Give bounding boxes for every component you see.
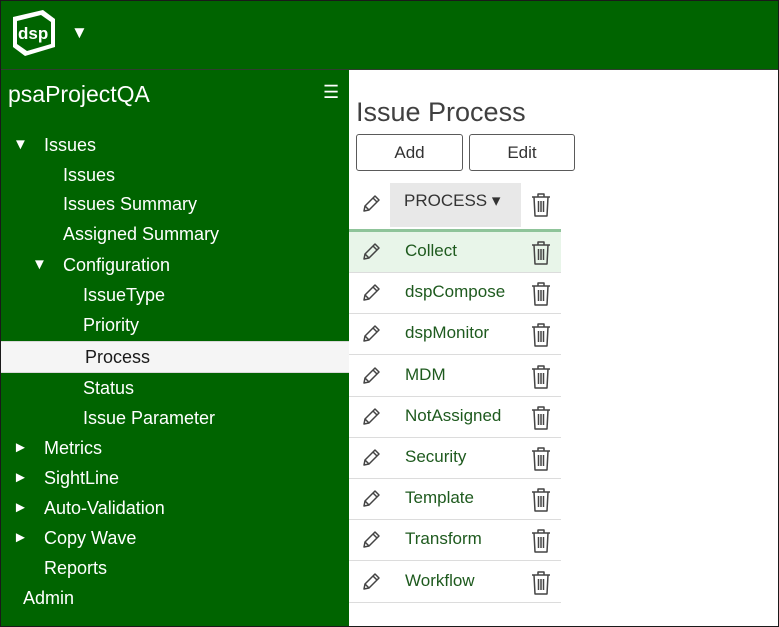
- sidebar-item-priority[interactable]: Priority: [1, 311, 349, 339]
- table-row: dspCompose: [349, 273, 561, 315]
- project-title: psaProjectQA: [8, 81, 150, 107]
- dsp-logo[interactable]: dsp: [9, 7, 59, 59]
- sidebar-item-label: Process: [85, 347, 151, 367]
- sidebar-item-label: Configuration: [63, 255, 171, 275]
- sidebar-item-status[interactable]: Status: [1, 374, 349, 402]
- collapsed-arrow-icon: ►: [13, 529, 28, 546]
- table-row: Security: [349, 438, 561, 479]
- trash-icon[interactable]: [529, 280, 553, 307]
- sidebar-item-label: Auto-Validation: [44, 498, 165, 518]
- process-name[interactable]: Template: [405, 479, 474, 517]
- collapsed-arrow-icon: ►: [13, 469, 28, 486]
- sidebar-item-label: Issue Parameter: [83, 408, 216, 428]
- sidebar-item-metrics[interactable]: ► Metrics: [1, 434, 349, 462]
- collapsed-arrow-icon: ►: [13, 499, 28, 516]
- trash-icon[interactable]: [529, 404, 553, 431]
- main-content: Issue Process Add Edit PROCESS ▾ Collect…: [349, 70, 778, 626]
- sidebar-item-configuration[interactable]: ▼ Configuration: [1, 251, 349, 279]
- pencil-icon[interactable]: [360, 571, 382, 593]
- app-window: dsp ▼ psaProjectQA ☰ ▼ Issues Issues Iss…: [0, 0, 779, 627]
- sidebar-item-label: Issues Summary: [63, 194, 198, 214]
- edit-button[interactable]: Edit: [469, 134, 575, 171]
- sidebar-item-issues[interactable]: Issues: [1, 161, 349, 189]
- menu-icon[interactable]: ☰: [323, 82, 339, 102]
- trash-icon[interactable]: [529, 239, 553, 266]
- trash-icon[interactable]: [529, 191, 553, 218]
- trash-icon[interactable]: [529, 445, 553, 472]
- pencil-icon[interactable]: [360, 488, 382, 510]
- sidebar-item-label: Issues: [63, 165, 116, 185]
- process-name[interactable]: MDM: [405, 356, 446, 394]
- sidebar-item-auto-validation[interactable]: ► Auto-Validation: [1, 494, 349, 522]
- sidebar-item-issue-parameter[interactable]: Issue Parameter: [1, 404, 349, 432]
- table-row: Template: [349, 479, 561, 521]
- logo-text: dsp: [18, 24, 48, 43]
- table-row: MDM: [349, 356, 561, 397]
- sidebar-item-label: Issues: [44, 135, 97, 155]
- sidebar-item-label: Priority: [83, 315, 140, 335]
- trash-icon[interactable]: [529, 363, 553, 390]
- trash-icon[interactable]: [529, 569, 553, 596]
- sidebar-item-label: Copy Wave: [44, 528, 137, 548]
- process-column-header[interactable]: PROCESS ▾: [390, 183, 521, 227]
- sidebar-item-issues-summary[interactable]: Issues Summary: [1, 190, 349, 218]
- process-name[interactable]: dspMonitor: [405, 314, 489, 352]
- expanded-arrow-icon: ▼: [32, 256, 47, 273]
- pencil-icon[interactable]: [360, 447, 382, 469]
- table-row: Workflow: [349, 562, 561, 603]
- pencil-icon[interactable]: [360, 282, 382, 304]
- sidebar-item-label: Assigned Summary: [63, 224, 220, 244]
- pencil-icon[interactable]: [360, 406, 382, 428]
- sidebar-item-reports[interactable]: Reports: [1, 554, 349, 582]
- sidebar-item-assigned-summary[interactable]: Assigned Summary: [1, 220, 349, 248]
- sidebar-item-issues-group[interactable]: ▼ Issues: [1, 131, 349, 159]
- sidebar-item-copy-wave[interactable]: ► Copy Wave: [1, 524, 349, 552]
- dsp-logo-mark: dsp: [13, 10, 55, 56]
- sidebar-item-label: Status: [83, 378, 135, 398]
- sidebar-item-admin[interactable]: Admin: [1, 584, 349, 612]
- process-name[interactable]: Collect: [405, 232, 457, 270]
- pencil-icon: [360, 193, 382, 215]
- trash-icon[interactable]: [529, 321, 553, 348]
- add-button[interactable]: Add: [356, 134, 463, 171]
- table-row: Collect: [349, 232, 561, 273]
- pencil-icon[interactable]: [360, 323, 382, 345]
- process-name[interactable]: Transform: [405, 520, 482, 558]
- top-header: dsp ▼: [1, 1, 778, 70]
- process-name[interactable]: Security: [405, 438, 466, 476]
- sidebar-item-label: SightLine: [44, 468, 120, 488]
- pencil-icon[interactable]: [360, 241, 382, 263]
- trash-icon[interactable]: [529, 486, 553, 513]
- sidebar: psaProjectQA ☰ ▼ Issues Issues Issues Su…: [1, 70, 349, 626]
- table-row: Transform: [349, 520, 561, 562]
- pencil-icon[interactable]: [360, 529, 382, 551]
- table-row: NotAssigned: [349, 397, 561, 438]
- sidebar-item-issuetype[interactable]: IssueType: [1, 281, 349, 309]
- trash-icon[interactable]: [529, 527, 553, 554]
- sidebar-item-sightline[interactable]: ► SightLine: [1, 464, 349, 492]
- process-name[interactable]: Workflow: [405, 562, 475, 600]
- sidebar-item-label: Admin: [23, 588, 75, 608]
- pencil-icon[interactable]: [360, 365, 382, 387]
- sidebar-item-process[interactable]: Process: [1, 341, 349, 373]
- sidebar-item-label: IssueType: [83, 285, 166, 305]
- process-name[interactable]: NotAssigned: [405, 397, 501, 435]
- collapsed-arrow-icon: ►: [13, 439, 28, 456]
- process-name[interactable]: dspCompose: [405, 273, 505, 311]
- expanded-arrow-icon: ▼: [13, 136, 28, 153]
- sidebar-item-label: Reports: [44, 558, 108, 578]
- grid-header: PROCESS ▾: [349, 179, 561, 229]
- sidebar-item-label: Metrics: [44, 438, 102, 458]
- page-title: Issue Process: [356, 97, 526, 127]
- table-row: dspMonitor: [349, 314, 561, 356]
- logo-dropdown-icon[interactable]: ▼: [71, 23, 88, 43]
